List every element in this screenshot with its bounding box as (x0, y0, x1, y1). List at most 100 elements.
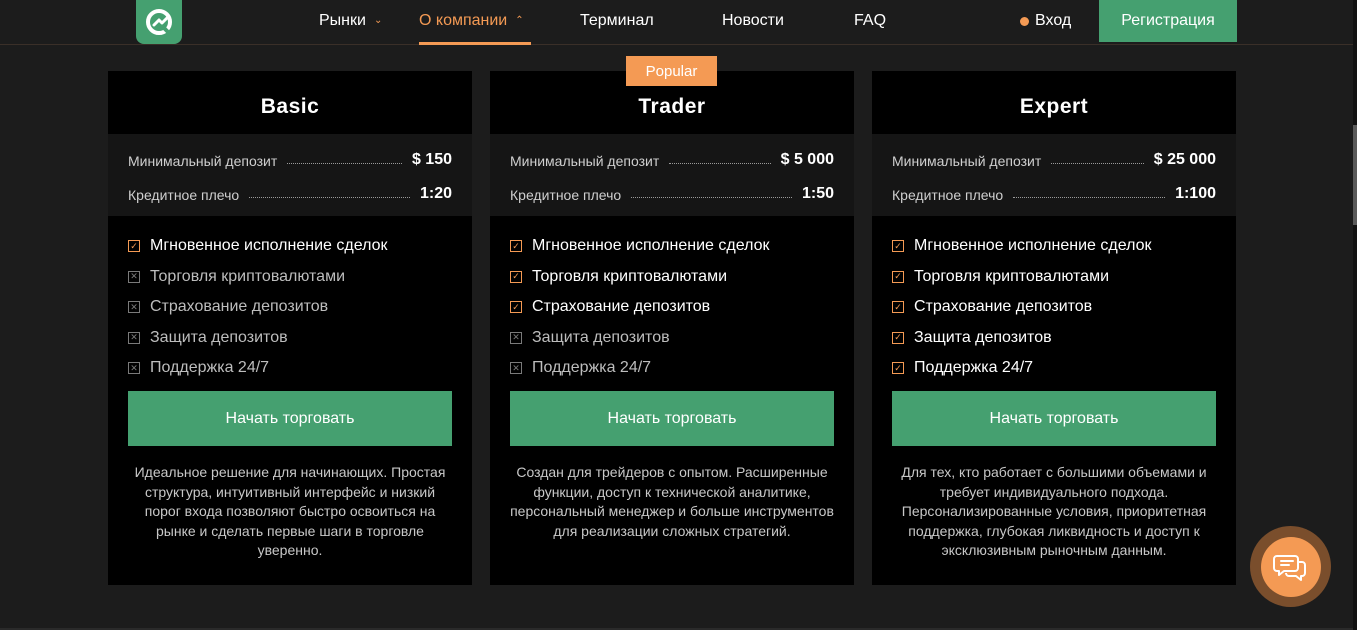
spec-label: Минимальный депозит (892, 153, 1042, 169)
feature-label: Защита депозитов (914, 328, 1052, 346)
check-icon: ✓ (892, 331, 904, 344)
nav-item-label: FAQ (854, 12, 887, 29)
scrollbar-track[interactable] (1353, 0, 1357, 630)
feature-label: Страхование депозитов (914, 298, 1093, 316)
login-label: Вход (1035, 12, 1072, 29)
active-nav-underline (419, 42, 531, 45)
nav-item-terminal[interactable]: Терминал (580, 12, 654, 30)
spec-dots (669, 163, 771, 164)
check-icon: ✓ (892, 270, 904, 283)
feature-item: ✕ Страхование депозитов (128, 292, 387, 323)
spec-label: Кредитное плечо (510, 187, 622, 203)
nav-item-label: Рынки (319, 12, 366, 29)
feature-item: ✕ Поддержка 24/7 (128, 353, 387, 384)
check-icon: ✓ (128, 240, 140, 253)
feature-list: ✓ Мгновенное исполнение сделок ✓ Торговля … (892, 231, 1151, 384)
logo-icon (146, 9, 172, 35)
chevron-down-icon: ⌄ (373, 14, 383, 26)
feature-item: ✕ Торговля криптовалютами (128, 262, 387, 293)
feature-item: ✕ Защита депозитов (510, 323, 769, 354)
cross-icon: ✕ (128, 301, 140, 314)
spec-value: $ 25 000 (1153, 151, 1216, 168)
start-trading-button[interactable]: Начать торговать (892, 391, 1216, 446)
login-link[interactable]: Вход (1020, 12, 1071, 30)
feature-item: ✓ Страхование депозитов (892, 292, 1151, 323)
feature-item: ✓ Мгновенное исполнение сделок (128, 231, 387, 262)
feature-item: ✓ Торговля криптовалютами (510, 262, 769, 293)
check-icon: ✓ (892, 240, 904, 253)
spec-label: Минимальный депозит (128, 153, 278, 169)
plan-card-basic: Basic Минимальный депозит $ 150 Кредитно… (108, 71, 472, 585)
check-icon: ✓ (510, 270, 522, 283)
spec-value: 1:50 (801, 185, 834, 202)
start-trading-button[interactable]: Начать торговать (510, 391, 834, 446)
plan-specs: Минимальный депозит $ 150 Кредитное плеч… (108, 134, 472, 216)
feature-item: ✓ Страхование депозитов (510, 292, 769, 323)
cross-icon: ✕ (128, 362, 140, 375)
logo[interactable] (136, 0, 182, 44)
spec-dots (1051, 163, 1144, 164)
spec-value: $ 150 (411, 151, 452, 168)
feature-item: ✓ Защита депозитов (892, 323, 1151, 354)
spec-row-min-deposit: Минимальный депозит $ 150 (128, 149, 452, 169)
feature-item: ✕ Поддержка 24/7 (510, 353, 769, 384)
nav-item-news[interactable]: Новости (722, 12, 784, 30)
feature-item: ✕ Защита депозитов (128, 323, 387, 354)
feature-label: Торговля криптовалютами (150, 267, 346, 285)
chat-widget-button[interactable] (1250, 526, 1331, 607)
spec-dots (249, 197, 410, 198)
plan-description: Для тех, кто работает с большими объемам… (901, 464, 1207, 559)
feature-label: Страхование депозитов (532, 298, 711, 316)
feature-item: ✓ Торговля криптовалютами (892, 262, 1151, 293)
check-icon: ✓ (892, 362, 904, 375)
feature-item: ✓ Поддержка 24/7 (892, 353, 1151, 384)
check-icon: ✓ (892, 301, 904, 314)
spec-label: Минимальный депозит (510, 153, 660, 169)
plan-title: Expert (1019, 95, 1089, 118)
register-button[interactable]: Регистрация (1099, 0, 1237, 42)
nav-item-about[interactable]: О компании ⌃ (419, 12, 524, 30)
feature-label: Поддержка 24/7 (150, 359, 270, 377)
spec-label: Кредитное плечо (128, 187, 240, 203)
feature-label: Поддержка 24/7 (914, 359, 1034, 377)
site-header: Рынки ⌄ О компании ⌃ Терминал Новости FA… (0, 0, 1353, 45)
nav-item-label: Терминал (580, 12, 654, 29)
spec-label: Кредитное плечо (892, 187, 1004, 203)
plan-card-expert: Expert Минимальный депозит $ 25 000 Кред… (872, 71, 1236, 585)
spec-value: 1:100 (1175, 185, 1216, 202)
feature-label: Мгновенное исполнение сделок (532, 237, 770, 255)
feature-list: ✓ Мгновенное исполнение сделок ✓ Торговля … (510, 231, 769, 384)
spec-dots (1013, 197, 1166, 198)
spec-dots (287, 163, 402, 164)
feature-label: Защита депозитов (532, 328, 670, 346)
spec-row-min-deposit: Минимальный депозит $ 25 000 (892, 149, 1216, 169)
spec-dots (631, 197, 792, 198)
chat-widget-inner (1260, 536, 1321, 597)
start-trading-button[interactable]: Начать торговать (128, 391, 452, 446)
cross-icon: ✕ (510, 331, 522, 344)
plan-title: Basic (260, 95, 320, 118)
feature-label: Торговля криптовалютами (532, 267, 728, 285)
cross-icon: ✕ (128, 270, 140, 283)
nav-item-markets[interactable]: Рынки ⌄ (319, 12, 382, 30)
nav-item-faq[interactable]: FAQ (854, 12, 886, 30)
plan-specs: Минимальный депозит $ 25 000 Кредитное п… (872, 134, 1236, 216)
feature-label: Страхование депозитов (150, 298, 329, 316)
plan-description: Идеальное решение для начинающих. Проста… (134, 464, 446, 559)
feature-label: Защита депозитов (150, 328, 288, 346)
feature-item: ✓ Мгновенное исполнение сделок (892, 231, 1151, 262)
feature-label: Торговля криптовалютами (914, 267, 1110, 285)
plan-title: Trader (638, 95, 706, 118)
popular-badge: Popular (626, 56, 717, 86)
nav-item-label: О компании (419, 12, 508, 29)
chat-bubbles-icon (1272, 554, 1306, 581)
scrollbar-thumb[interactable] (1353, 125, 1357, 225)
check-icon: ✓ (510, 240, 522, 253)
plan-description: Создан для трейдеров с опытом. Расширенн… (510, 464, 834, 539)
status-dot-icon (1020, 16, 1029, 26)
spec-row-min-deposit: Минимальный депозит $ 5 000 (510, 149, 834, 169)
spec-row-leverage: Кредитное плечо 1:50 (510, 183, 834, 203)
feature-label: Мгновенное исполнение сделок (914, 237, 1152, 255)
spec-value: 1:20 (419, 185, 452, 202)
spec-row-leverage: Кредитное плечо 1:20 (128, 183, 452, 203)
